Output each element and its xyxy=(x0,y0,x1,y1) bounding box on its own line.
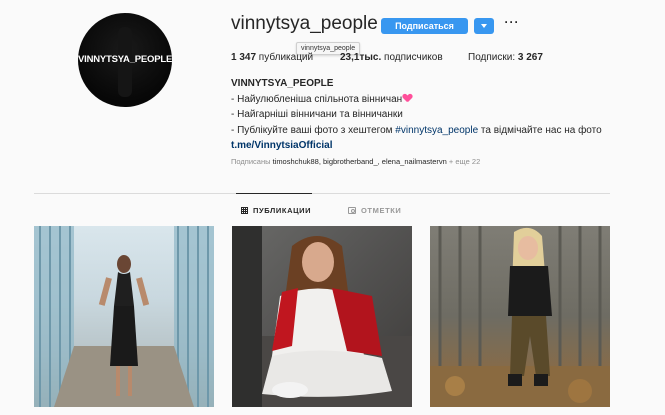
more-options-icon[interactable]: ··· xyxy=(503,14,521,30)
tabs-divider xyxy=(34,193,610,194)
followed-by-prefix: Подписаны xyxy=(231,157,273,166)
bio-line-1: - Найулюбленіша спільнота вінничан xyxy=(231,92,651,108)
followed-by-accounts: timoshchuk88, bigbrotherband_, elena_nai… xyxy=(272,157,447,166)
suggestions-dropdown-button[interactable] xyxy=(474,18,494,34)
hashtag-link[interactable]: #vinnytsya_people xyxy=(395,125,478,136)
followers-label: подписчиков xyxy=(381,52,443,63)
bio-website-link[interactable]: t.me/VinnytsiaOfficial xyxy=(231,138,651,154)
avatar-logo-text: VINNYTSYA_PEOPLE xyxy=(78,54,172,65)
profile-avatar[interactable]: VINNYTSYA_PEOPLE xyxy=(78,13,172,107)
post-thumbnail-3[interactable] xyxy=(430,226,610,407)
grid-icon xyxy=(241,207,248,214)
follow-button[interactable]: Подписаться xyxy=(381,18,468,34)
posts-count-stat: 1 347 публикаций xyxy=(231,52,313,63)
post-thumbnail-2[interactable] xyxy=(232,226,412,407)
followed-by[interactable]: Подписаны timoshchuk88, bigbrotherband_,… xyxy=(231,157,480,166)
followers-count: 23,1тыс. xyxy=(340,52,382,63)
profile-username: vinnytsya_people xyxy=(231,13,378,34)
bio-line-3-suffix: та відмічайте нас на фото xyxy=(478,124,602,136)
followed-by-suffix: + еще 22 xyxy=(446,157,481,166)
post-2-image xyxy=(232,226,412,407)
tag-icon xyxy=(348,207,356,214)
bio-line-3-prefix: - Публікуйте ваші фото з хештегом xyxy=(231,124,396,136)
post-1-image xyxy=(34,226,214,407)
posts-count: 1 347 xyxy=(231,52,257,63)
bio-title: VINNYTSYA_PEOPLE xyxy=(231,78,334,89)
bio-line-1-text: - Найулюбленіша спільнота вінничан xyxy=(231,93,403,105)
following-count: 3 267 xyxy=(517,52,543,63)
bio-line-3: - Публікуйте ваші фото з хештегом #vinny… xyxy=(231,123,651,139)
pink-heart-icon xyxy=(403,94,412,102)
followers-stat[interactable]: 23,1тыс. подписчиков xyxy=(340,52,443,63)
following-label: Подписки: xyxy=(468,52,518,63)
following-stat[interactable]: Подписки: 3 267 xyxy=(468,52,543,63)
tab-posts-label: ПУБЛИКАЦИИ xyxy=(253,206,312,215)
profile-bio: VINNYTSYA_PEOPLE - Найулюбленіша спільно… xyxy=(231,76,651,154)
tab-posts[interactable]: ПУБЛИКАЦИИ xyxy=(241,206,311,215)
posts-label: публикаций xyxy=(256,52,314,63)
active-tab-indicator xyxy=(236,193,312,194)
post-3-image xyxy=(430,226,610,407)
tab-tagged-label: ОТМЕТКИ xyxy=(361,206,402,215)
bio-line-2: - Найгарніші вінничани та вінничанки xyxy=(231,109,403,120)
post-thumbnail-1[interactable] xyxy=(34,226,214,407)
tab-tagged[interactable]: ОТМЕТКИ xyxy=(348,206,401,215)
